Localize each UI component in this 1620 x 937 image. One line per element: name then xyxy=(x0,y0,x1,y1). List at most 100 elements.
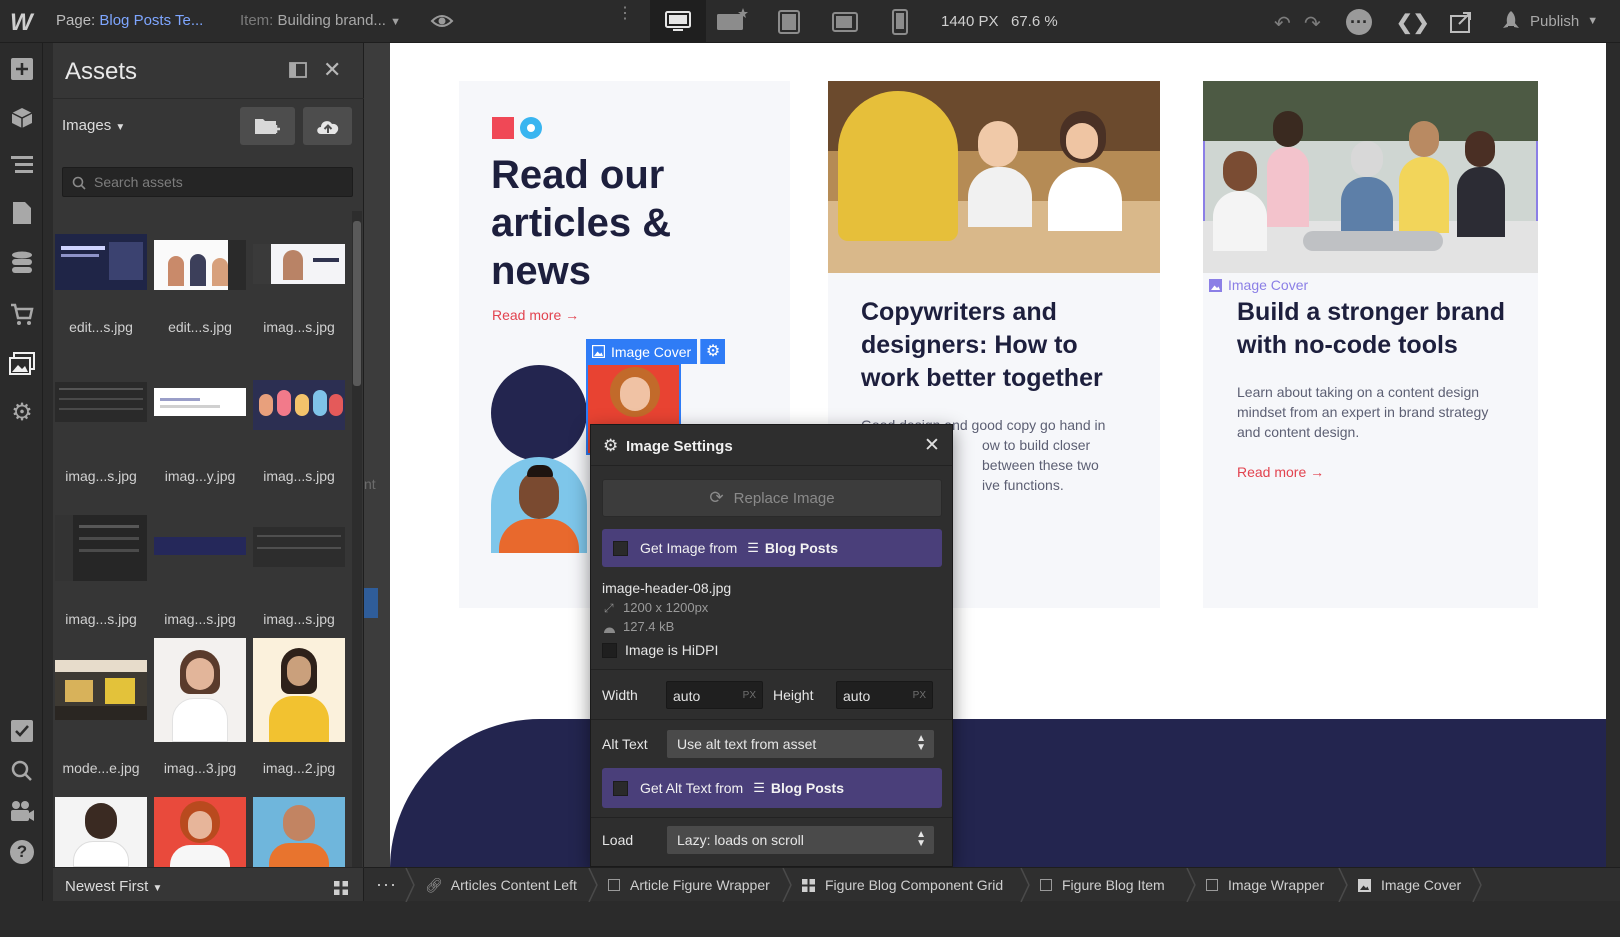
breadcrumb-item[interactable]: Image Wrapper xyxy=(1206,868,1324,902)
arrow-right-icon: → xyxy=(565,307,580,323)
pages-icon[interactable] xyxy=(8,199,36,227)
right-gutter xyxy=(1606,43,1620,867)
help-icon[interactable]: ? xyxy=(8,838,36,866)
panel-gap xyxy=(43,43,53,901)
arrow-right-icon: → xyxy=(1310,464,1325,480)
hidpi-checkbox[interactable] xyxy=(602,643,617,658)
box-icon xyxy=(1040,879,1052,891)
asset-tile[interactable]: imag...y.jpg xyxy=(152,358,248,498)
undo-icon[interactable]: ↶ xyxy=(1274,11,1291,36)
breadcrumb-label: Article Figure Wrapper xyxy=(630,877,770,893)
breakpoint-landscape-button[interactable] xyxy=(832,12,858,35)
alt-text-select[interactable]: Use alt text from asset ▲ ▼ xyxy=(667,730,934,758)
replace-image-button[interactable]: ⟳ Replace Image xyxy=(602,479,942,517)
asset-tile[interactable]: imag...s.jpg xyxy=(251,503,347,643)
breakpoint-portrait-button[interactable] xyxy=(892,9,908,38)
breadcrumb-item-current[interactable]: Image Cover xyxy=(1358,868,1461,902)
meeting-team-image[interactable] xyxy=(1203,81,1538,273)
height-input[interactable]: auto PX xyxy=(836,681,933,709)
search-assets-input[interactable]: Search assets xyxy=(62,167,353,197)
assets-scrollbar[interactable] xyxy=(352,211,362,867)
export-icon[interactable] xyxy=(1449,10,1473,37)
components-cube-icon[interactable] xyxy=(8,104,36,132)
get-alt-text-from-cms-toggle[interactable]: Get Alt Text from ☰ Blog Posts xyxy=(602,768,942,808)
breakpoint-tablet-button[interactable] xyxy=(778,10,800,37)
card3-read-more-link[interactable]: Read more → xyxy=(1237,464,1324,480)
asset-tile[interactable]: imag...s.jpg xyxy=(251,358,347,498)
blog-card-3[interactable]: Image Cover Build a stronger brand with … xyxy=(1203,81,1538,608)
checkbox[interactable] xyxy=(613,780,628,796)
video-tutorials-icon[interactable] xyxy=(8,797,36,825)
preview-eye-icon[interactable] xyxy=(430,11,454,31)
filesize-gauge-icon xyxy=(603,621,616,637)
asset-tile[interactable]: imag...s.jpg xyxy=(251,210,347,350)
asset-thumbnail xyxy=(55,382,147,422)
redo-icon[interactable]: ↷ xyxy=(1304,11,1321,36)
more-ancestors-icon[interactable]: ··· xyxy=(376,874,397,895)
get-image-from-cms-toggle[interactable]: Get Image from ☰ Blog Posts xyxy=(602,529,942,567)
load-select[interactable]: Lazy: loads on scroll ▲ ▼ xyxy=(667,826,934,854)
close-icon[interactable]: ✕ xyxy=(924,434,940,457)
page-selector[interactable]: Page: Blog Posts Te... xyxy=(56,12,203,29)
item-selector[interactable]: Item: Building brand... ▼ xyxy=(240,12,401,29)
code-icon[interactable]: ❮❯ xyxy=(1396,10,1430,35)
asset-thumbnail xyxy=(154,638,246,742)
ecommerce-cart-icon[interactable] xyxy=(8,300,36,328)
dock-panel-icon[interactable] xyxy=(289,62,307,81)
scrollbar-thumb[interactable] xyxy=(353,221,361,386)
asset-type-filter[interactable]: Images ▼ xyxy=(62,117,125,134)
asset-tile[interactable]: imag...s.jpg xyxy=(53,503,149,643)
settings-gear-icon: ⚙ xyxy=(603,436,619,455)
assets-images-icon[interactable] xyxy=(8,350,36,378)
asset-tile[interactable]: edit...s.jpg xyxy=(152,210,248,350)
collection-name: Blog Posts xyxy=(764,540,839,556)
asset-tile[interactable]: imag...s.jpg xyxy=(53,358,149,498)
cms-database-icon[interactable] xyxy=(8,249,36,277)
sort-selector[interactable]: Newest First ▼ xyxy=(65,878,162,895)
grid-view-icon[interactable] xyxy=(334,881,348,898)
asset-thumbnail xyxy=(253,244,345,284)
publish-button[interactable]: Publish ▼ xyxy=(1500,10,1598,32)
load-label: Load xyxy=(602,832,634,848)
card2-body-line-2: ow to build closer xyxy=(982,437,1091,453)
asset-thumbnail xyxy=(154,537,246,555)
asset-tile[interactable]: mode...e.jpg xyxy=(53,650,149,790)
asset-tile[interactable]: imag...2.jpg xyxy=(251,638,347,790)
breakpoint-desktop-button[interactable] xyxy=(650,0,706,43)
element-settings-gear-icon[interactable]: ⚙ xyxy=(700,339,725,364)
navigator-icon[interactable] xyxy=(8,151,36,179)
checkbox[interactable] xyxy=(613,540,628,556)
settings-gear-icon[interactable]: ⚙ xyxy=(8,398,36,426)
webflow-logo[interactable]: W xyxy=(10,9,33,37)
new-folder-button[interactable] xyxy=(240,107,295,145)
upload-button[interactable] xyxy=(303,107,352,145)
asset-tile[interactable]: imag...3.jpg xyxy=(152,638,248,790)
close-icon[interactable]: ✕ xyxy=(323,57,341,83)
breadcrumb-label: Figure Blog Item xyxy=(1062,877,1165,893)
asset-thumbnail xyxy=(253,797,345,867)
refresh-icon: ⟳ xyxy=(709,488,724,507)
breadcrumb-item[interactable]: Figure Blog Component Grid xyxy=(802,868,1003,902)
more-options-icon[interactable]: ⋮ xyxy=(617,6,633,22)
office-team-image[interactable] xyxy=(828,81,1160,273)
card3-title-line-1: Build a stronger brand xyxy=(1237,298,1506,326)
collection-list-icon: ☰ xyxy=(753,780,765,795)
collaborators-icon[interactable]: ··· xyxy=(1346,9,1372,35)
asset-tile[interactable]: imag...s.jpg xyxy=(152,503,248,643)
grid-icon xyxy=(802,878,815,892)
breadcrumb-item[interactable]: Article Figure Wrapper xyxy=(608,868,770,902)
search-icon[interactable] xyxy=(8,757,36,785)
breakpoint-large-button[interactable] xyxy=(716,8,750,35)
breadcrumb-item[interactable]: 🔗︎ Articles Content Left xyxy=(425,868,577,902)
selected-element-tag[interactable]: Image Cover xyxy=(586,339,698,364)
collection-list-icon: ☰ xyxy=(747,540,759,555)
hero-read-more-link[interactable]: Read more → xyxy=(492,307,579,323)
designer-canvas[interactable]: Read our articles & news Read more → Ima… xyxy=(390,43,1606,867)
breadcrumb-item[interactable]: Figure Blog Item xyxy=(1040,868,1165,902)
asset-tile[interactable]: edit...s.jpg xyxy=(53,210,149,350)
width-input[interactable]: auto PX xyxy=(666,681,763,709)
audit-check-icon[interactable] xyxy=(8,717,36,745)
portrait-man-image[interactable] xyxy=(491,457,587,553)
publish-label: Publish xyxy=(1530,12,1580,30)
add-element-icon[interactable] xyxy=(8,55,36,83)
